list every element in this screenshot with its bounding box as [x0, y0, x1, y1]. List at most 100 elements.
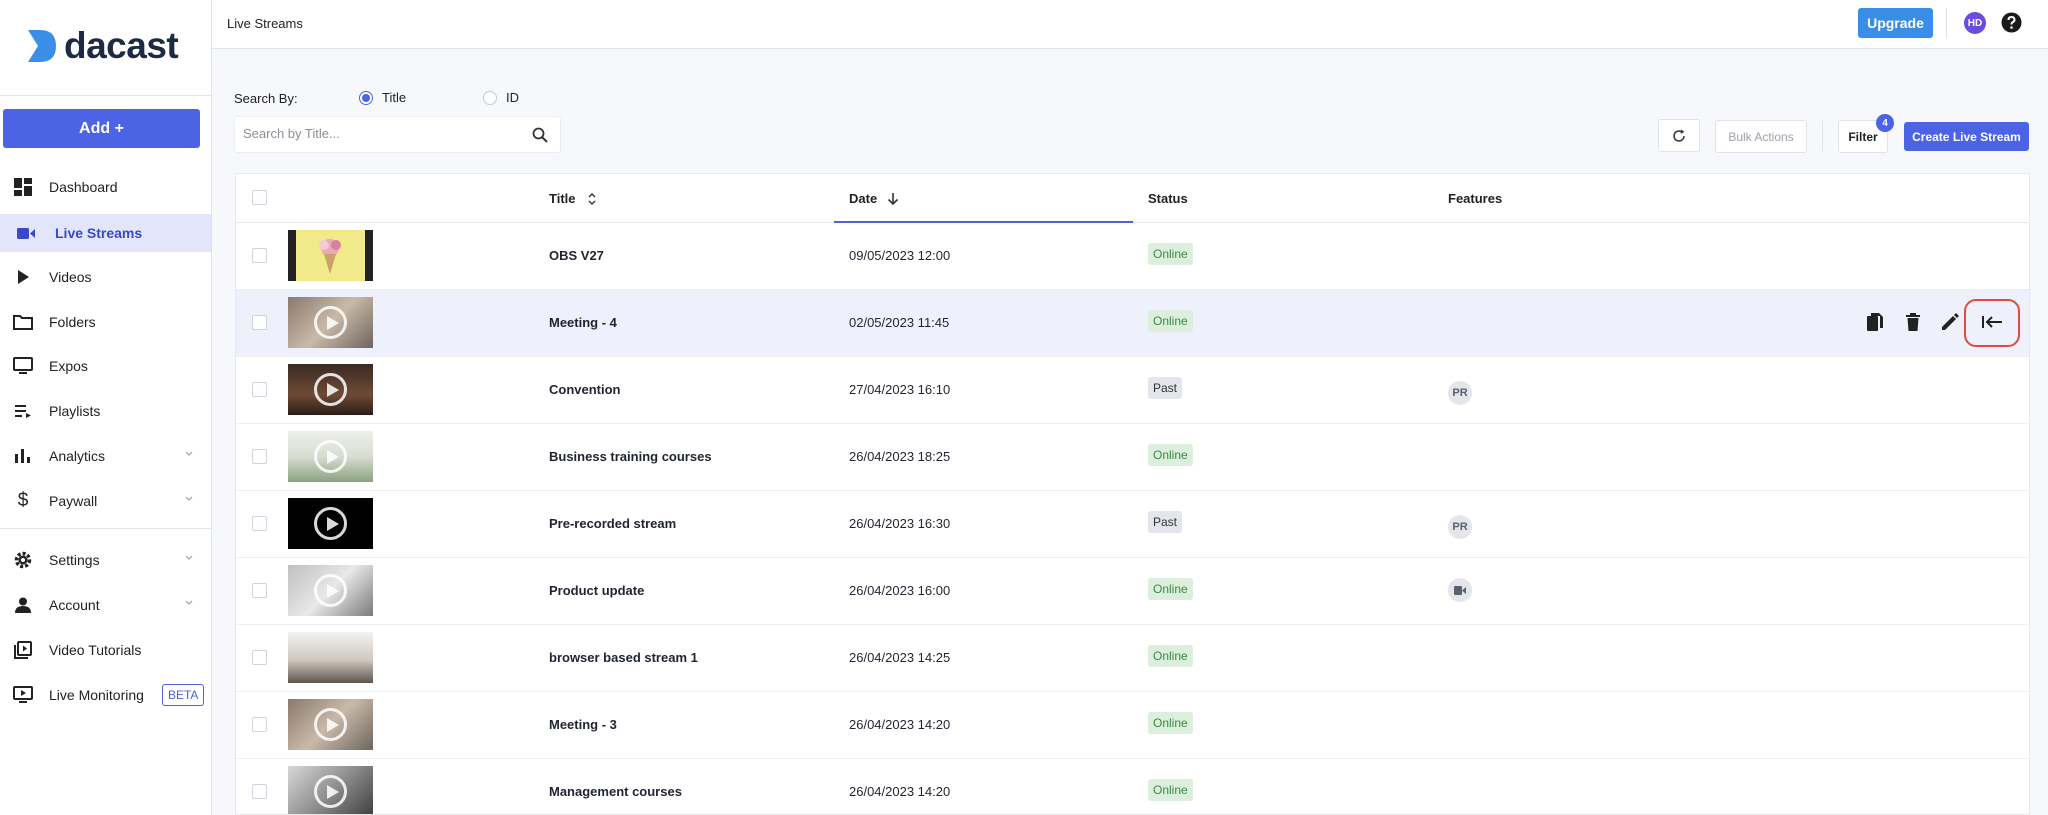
radio-button[interactable] — [483, 90, 497, 105]
bar-chart-icon — [12, 445, 34, 467]
sidebar-item-paywall[interactable]: $ Paywall — [0, 482, 211, 520]
sidebar-item-label: Paywall — [49, 493, 98, 509]
thumbnail[interactable] — [288, 766, 373, 814]
table-row[interactable]: Management courses 26/04/2023 14:20 Onli… — [236, 759, 2029, 814]
sidebar-item-dashboard[interactable]: Dashboard — [0, 168, 211, 206]
upgrade-button[interactable]: Upgrade — [1858, 8, 1933, 38]
stream-title[interactable]: Product update — [549, 583, 644, 598]
table-row[interactable]: Meeting - 4 02/05/2023 11:45 Online — [236, 290, 2029, 357]
sidebar-item-label: Settings — [49, 552, 100, 568]
stream-title[interactable]: browser based stream 1 — [549, 650, 698, 665]
stream-date: 26/04/2023 14:25 — [849, 650, 951, 665]
folder-icon — [12, 311, 34, 333]
chevron-down-icon[interactable] — [185, 495, 193, 503]
column-title[interactable]: Title — [549, 191, 596, 206]
table-row[interactable]: Business training courses 26/04/2023 18:… — [236, 424, 2029, 491]
copy-icon[interactable] — [1864, 311, 1886, 333]
row-checkbox[interactable] — [252, 248, 267, 263]
chevron-down-icon[interactable] — [185, 450, 193, 458]
row-checkbox[interactable] — [252, 717, 267, 732]
thumbnail[interactable] — [288, 565, 373, 616]
sidebar-item-label: Videos — [49, 269, 92, 285]
arrow-down-icon[interactable] — [887, 192, 899, 206]
live-streams-table: Title Date Status Features OBS V27 09/05… — [235, 173, 2030, 815]
play-overlay-icon — [314, 373, 347, 406]
sidebar-item-expos[interactable]: Expos — [0, 347, 211, 385]
search-box[interactable] — [234, 116, 561, 153]
stream-title[interactable]: Business training courses — [549, 449, 712, 464]
stream-title[interactable]: Pre-recorded stream — [549, 516, 676, 531]
collapse-left-icon[interactable] — [1981, 311, 2003, 333]
thumbnail[interactable] — [288, 364, 373, 415]
stream-date: 26/04/2023 16:30 — [849, 516, 951, 531]
table-row[interactable]: browser based stream 1 26/04/2023 14:25 … — [236, 625, 2029, 692]
thumbnail[interactable] — [288, 431, 373, 482]
table-row[interactable]: OBS V27 09/05/2023 12:00 Online — [236, 223, 2029, 290]
sidebar-item-live-monitoring[interactable]: Live Monitoring BETA — [0, 676, 211, 714]
stream-title[interactable]: Meeting - 3 — [549, 717, 617, 732]
help-icon[interactable] — [2001, 12, 2022, 33]
refresh-button[interactable] — [1658, 119, 1700, 152]
stream-date: 27/04/2023 16:10 — [849, 382, 951, 397]
thumbnail[interactable] — [288, 297, 373, 348]
sidebar-item-label: Video Tutorials — [49, 642, 142, 658]
chevron-down-icon[interactable] — [185, 554, 193, 562]
select-all-checkbox[interactable] — [252, 190, 267, 205]
table-row[interactable]: Pre-recorded stream 26/04/2023 16:30 Pas… — [236, 491, 2029, 558]
sidebar-item-video-tutorials[interactable]: Video Tutorials — [0, 631, 211, 669]
sidebar-item-label: Playlists — [49, 403, 101, 419]
create-live-stream-button[interactable]: Create Live Stream — [1904, 122, 2029, 151]
divider — [1946, 8, 1947, 38]
row-checkbox[interactable] — [252, 516, 267, 531]
stream-date: 02/05/2023 11:45 — [849, 315, 950, 330]
search-icon[interactable] — [532, 127, 548, 143]
status-badge: Online — [1148, 712, 1193, 734]
playlist-icon — [12, 400, 34, 422]
search-input[interactable] — [243, 126, 513, 141]
avatar[interactable]: HD — [1964, 12, 1986, 34]
pencil-icon[interactable] — [1939, 311, 1961, 333]
column-date[interactable]: Date — [849, 191, 899, 206]
row-checkbox[interactable] — [252, 583, 267, 598]
add-button[interactable]: Add + — [3, 109, 200, 148]
sidebar-item-label: Account — [49, 597, 100, 613]
stream-title[interactable]: OBS V27 — [549, 248, 604, 263]
sort-icon[interactable] — [588, 192, 596, 206]
stream-title[interactable]: Meeting - 4 — [549, 315, 617, 330]
sidebar-item-videos[interactable]: Videos — [0, 258, 211, 296]
stream-title[interactable]: Management courses — [549, 784, 682, 799]
thumbnail[interactable] — [288, 632, 373, 683]
gear-icon — [12, 549, 34, 571]
sidebar-item-live-streams[interactable]: Live Streams — [0, 214, 211, 252]
stream-title[interactable]: Convention — [549, 382, 621, 397]
sidebar-item-settings[interactable]: Settings — [0, 541, 211, 579]
sidebar-item-account[interactable]: Account — [0, 586, 211, 624]
chevron-down-icon[interactable] — [185, 599, 193, 607]
sidebar-item-label: Analytics — [49, 448, 106, 464]
table-row[interactable]: Meeting - 3 26/04/2023 14:20 Online — [236, 692, 2029, 759]
row-checkbox[interactable] — [252, 315, 267, 330]
table-row[interactable]: Product update 26/04/2023 16:00 Online — [236, 558, 2029, 625]
sidebar-item-folders[interactable]: Folders — [0, 303, 211, 341]
radio-button-selected[interactable] — [359, 90, 373, 105]
bulk-actions-button[interactable]: Bulk Actions — [1715, 120, 1807, 153]
row-checkbox[interactable] — [252, 650, 267, 665]
radio-id[interactable]: ID — [483, 90, 519, 105]
dacast-logo[interactable]: dacast — [26, 25, 179, 66]
table-row[interactable]: Convention 27/04/2023 16:10 Past PR — [236, 357, 2029, 424]
trash-icon[interactable] — [1902, 311, 1924, 333]
status-badge: Past — [1148, 377, 1183, 399]
thumbnail[interactable] — [288, 699, 373, 750]
row-checkbox[interactable] — [252, 449, 267, 464]
radio-title[interactable]: Title — [359, 90, 406, 105]
thumbnail[interactable] — [288, 498, 373, 549]
row-checkbox[interactable] — [252, 382, 267, 397]
radio-label: ID — [506, 90, 519, 105]
row-checkbox[interactable] — [252, 784, 267, 799]
sidebar-item-analytics[interactable]: Analytics — [0, 437, 211, 475]
divider — [0, 95, 211, 96]
sidebar-item-playlists[interactable]: Playlists — [0, 392, 211, 430]
stream-date: 09/05/2023 12:00 — [849, 248, 951, 263]
thumbnail[interactable] — [288, 230, 373, 281]
feature-pr-badge: PR — [1448, 515, 1472, 539]
